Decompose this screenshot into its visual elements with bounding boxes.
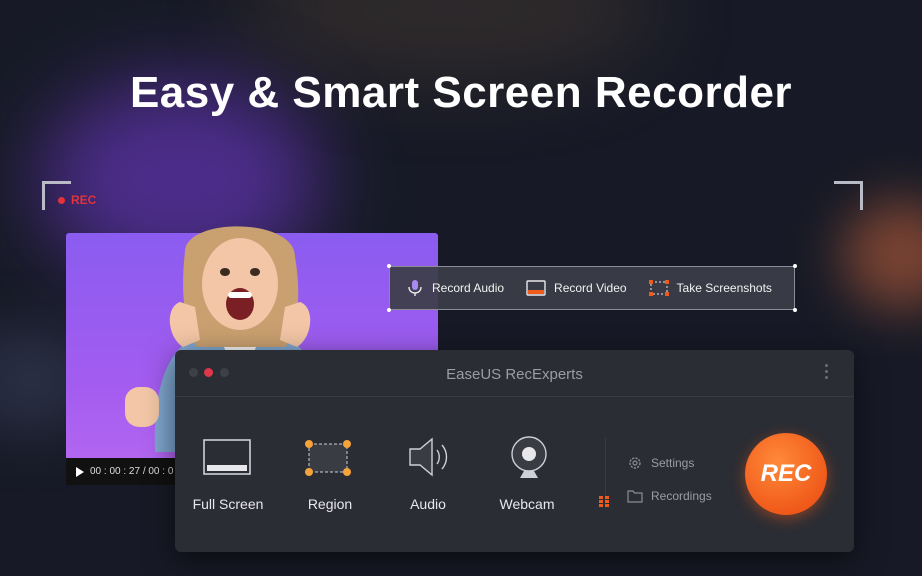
record-video-label: Record Video (554, 281, 627, 295)
recordings-label: Recordings (651, 489, 712, 503)
speaker-icon (409, 437, 448, 477)
screenshot-icon (648, 280, 669, 296)
recordings-link[interactable]: Recordings (627, 489, 712, 503)
app-window: EaseUS RecExperts Full Screen Region Aud… (175, 350, 854, 552)
rec-dot-icon (58, 196, 65, 204)
selection-handle[interactable] (793, 264, 797, 268)
video-timecode: 00 : 00 : 27 / 00 : 0 (90, 466, 174, 477)
take-screenshots-label: Take Screenshots (676, 281, 772, 295)
selection-handle[interactable] (793, 308, 797, 312)
region-icon (305, 440, 351, 476)
more-menu-icon[interactable] (825, 364, 828, 379)
region-label: Region (307, 496, 353, 512)
audio-label: Audio (410, 496, 446, 512)
record-audio-label: Record Audio (432, 281, 505, 295)
video-icon (526, 280, 546, 296)
rec-indicator-label: REC (71, 193, 97, 207)
webcam-icon (511, 436, 547, 478)
video-controls[interactable]: 00 : 00 : 27 / 00 : 0 (66, 458, 186, 485)
feature-toolbar: Record Audio Record Video Take Screensho… (387, 264, 797, 312)
grid-menu-icon[interactable] (599, 496, 610, 507)
settings-link[interactable]: Settings (627, 455, 694, 471)
rec-indicator: REC (58, 193, 96, 207)
capture-corner-icon (834, 181, 863, 210)
full-screen-label: Full Screen (192, 496, 264, 512)
record-video-item[interactable]: Record Video (526, 280, 627, 296)
folder-icon (627, 490, 643, 503)
gear-icon (629, 457, 641, 469)
titlebar: EaseUS RecExperts (175, 350, 854, 397)
rec-button[interactable]: REC (745, 433, 827, 515)
app-title: EaseUS RecExperts (446, 366, 583, 383)
background-glow (842, 200, 922, 310)
settings-label: Settings (651, 456, 695, 470)
record-audio-item[interactable]: Record Audio (406, 279, 504, 297)
take-screenshots-item[interactable]: Take Screenshots (648, 280, 772, 296)
selection-handle[interactable] (387, 308, 391, 312)
play-icon[interactable] (76, 466, 84, 477)
webcam-label: Webcam (499, 496, 555, 512)
page-headline: Easy & Smart Screen Recorder (129, 68, 793, 117)
microphone-icon (408, 280, 422, 296)
fullscreen-icon (203, 439, 251, 475)
selection-handle[interactable] (387, 264, 391, 268)
